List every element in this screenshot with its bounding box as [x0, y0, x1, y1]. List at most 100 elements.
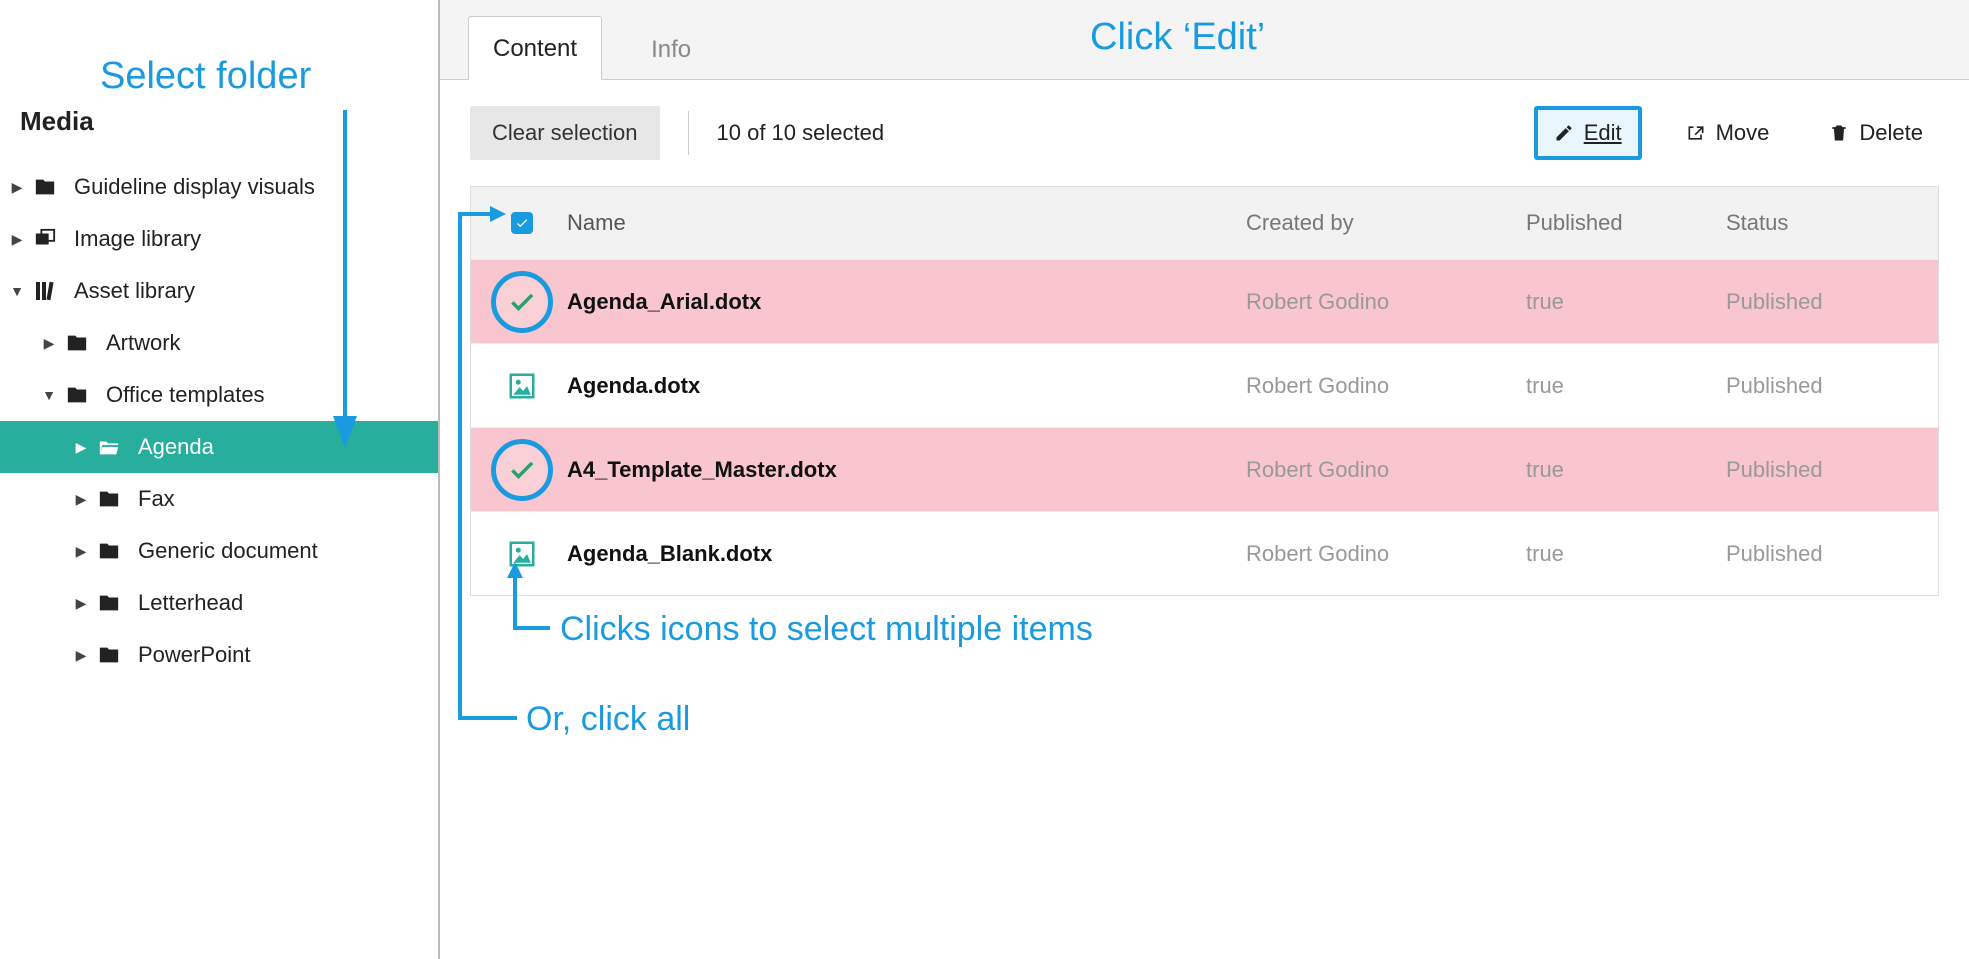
sidebar-item-label: Agenda [138, 434, 214, 460]
sidebar-item-letterhead[interactable]: ▶ Letterhead [0, 577, 438, 629]
clear-selection-button[interactable]: Clear selection [470, 106, 660, 160]
sidebar-item-label: Artwork [106, 330, 181, 356]
cell-created-by: Robert Godino [1246, 373, 1526, 399]
folder-icon [94, 540, 124, 562]
selected-indicator[interactable] [491, 271, 553, 333]
sidebar-item-fax[interactable]: ▶ Fax [0, 473, 438, 525]
cell-name: Agenda_Arial.dotx [567, 289, 1246, 315]
delete-button[interactable]: Delete [1813, 110, 1939, 156]
cell-created-by: Robert Godino [1246, 289, 1526, 315]
tab-label: Info [651, 36, 691, 63]
row-select-toggle[interactable] [477, 539, 567, 569]
sidebar-item-office-templates[interactable]: ▼ Office templates [0, 369, 438, 421]
check-icon [508, 288, 536, 316]
select-all-checkbox[interactable] [511, 212, 533, 234]
col-status[interactable]: Status [1726, 210, 1926, 236]
row-select-toggle[interactable] [477, 371, 567, 401]
folder-icon [94, 488, 124, 510]
cell-status: Published [1726, 373, 1926, 399]
file-image-icon [507, 539, 537, 569]
move-button[interactable]: Move [1670, 110, 1786, 156]
cell-status: Published [1726, 289, 1926, 315]
folder-icon [30, 176, 60, 198]
cell-published: true [1526, 289, 1726, 315]
cell-name: Agenda_Blank.dotx [567, 541, 1246, 567]
images-icon [30, 228, 60, 250]
caret-icon: ▶ [72, 491, 90, 508]
sidebar-item-asset-library[interactable]: ▼ Asset library [0, 265, 438, 317]
sidebar-item-label: Guideline display visuals [74, 174, 315, 200]
sidebar-item-artwork[interactable]: ▶ Artwork [0, 317, 438, 369]
col-created-by[interactable]: Created by [1246, 210, 1526, 236]
tab-label: Content [493, 35, 577, 62]
sidebar-item-powerpoint[interactable]: ▶ PowerPoint [0, 629, 438, 681]
selected-indicator[interactable] [491, 439, 553, 501]
folder-icon [62, 384, 92, 406]
col-published[interactable]: Published [1526, 210, 1726, 236]
caret-icon: ▶ [72, 647, 90, 664]
select-all-cell[interactable] [477, 212, 567, 234]
toolbar: Clear selection 10 of 10 selected Edit M… [440, 80, 1969, 186]
caret-icon: ▶ [40, 335, 58, 352]
sidebar-item-label: Image library [74, 226, 201, 252]
edit-button[interactable]: Edit [1534, 106, 1642, 160]
folder-icon [94, 592, 124, 614]
caret-icon: ▼ [40, 387, 58, 403]
cell-published: true [1526, 457, 1726, 483]
caret-icon: ▶ [8, 179, 26, 196]
col-name[interactable]: Name [567, 210, 1246, 236]
folder-open-icon [94, 436, 124, 458]
sidebar-item-label: Office templates [106, 382, 265, 408]
cell-name: Agenda.dotx [567, 373, 1246, 399]
separator [688, 111, 689, 155]
library-icon [30, 279, 60, 303]
check-icon [508, 456, 536, 484]
pencil-icon [1554, 123, 1574, 143]
folder-icon [62, 332, 92, 354]
table-row[interactable]: Agenda.dotxRobert GodinotruePublished [471, 343, 1938, 427]
caret-icon: ▶ [72, 595, 90, 612]
sidebar-item-agenda[interactable]: ▶ Agenda [0, 421, 438, 473]
caret-icon: ▶ [72, 543, 90, 560]
cell-name: A4_Template_Master.dotx [567, 457, 1246, 483]
tab-content[interactable]: Content [468, 16, 602, 80]
sidebar-title: Media [0, 100, 438, 161]
sidebar-item-generic-document[interactable]: ▶ Generic document [0, 525, 438, 577]
sidebar-item-guideline-display-visuals[interactable]: ▶ Guideline display visuals [0, 161, 438, 213]
move-icon [1686, 123, 1706, 143]
folder-tree: ▶ Guideline display visuals ▶ Image library… [0, 161, 438, 681]
content-table: Name Created by Published Status Agenda_… [470, 186, 1939, 596]
caret-icon: ▶ [8, 231, 26, 248]
sidebar-item-image-library[interactable]: ▶ Image library [0, 213, 438, 265]
caret-icon: ▼ [8, 283, 26, 299]
caret-icon: ▶ [72, 439, 90, 456]
button-label: Clear selection [492, 120, 638, 145]
button-label: Delete [1859, 120, 1923, 146]
tab-bar: Content Info [440, 0, 1969, 80]
cell-status: Published [1726, 457, 1926, 483]
cell-published: true [1526, 541, 1726, 567]
button-label: Edit [1584, 120, 1622, 146]
cell-status: Published [1726, 541, 1926, 567]
trash-icon [1829, 122, 1849, 144]
file-image-icon [507, 371, 537, 401]
sidebar-item-label: PowerPoint [138, 642, 251, 668]
sidebar: Media ▶ Guideline display visuals ▶ Image l… [0, 0, 440, 959]
main-panel: Content Info Clear selection 10 of 10 se… [440, 0, 1969, 959]
app-root: Media ▶ Guideline display visuals ▶ Image l… [0, 0, 1969, 959]
cell-published: true [1526, 373, 1726, 399]
table-row[interactable]: A4_Template_Master.dotxRobert Godinotrue… [471, 427, 1938, 511]
sidebar-item-label: Generic document [138, 538, 318, 564]
folder-icon [94, 644, 124, 666]
sidebar-item-label: Asset library [74, 278, 195, 304]
cell-created-by: Robert Godino [1246, 541, 1526, 567]
sidebar-item-label: Letterhead [138, 590, 243, 616]
cell-created-by: Robert Godino [1246, 457, 1526, 483]
table-row[interactable]: Agenda_Blank.dotxRobert GodinotruePublis… [471, 511, 1938, 595]
sidebar-item-label: Fax [138, 486, 175, 512]
table-header: Name Created by Published Status [471, 187, 1938, 259]
table-row[interactable]: Agenda_Arial.dotxRobert GodinotruePublis… [471, 259, 1938, 343]
button-label: Move [1716, 120, 1770, 146]
selection-status: 10 of 10 selected [717, 120, 885, 146]
tab-info[interactable]: Info [626, 17, 716, 80]
